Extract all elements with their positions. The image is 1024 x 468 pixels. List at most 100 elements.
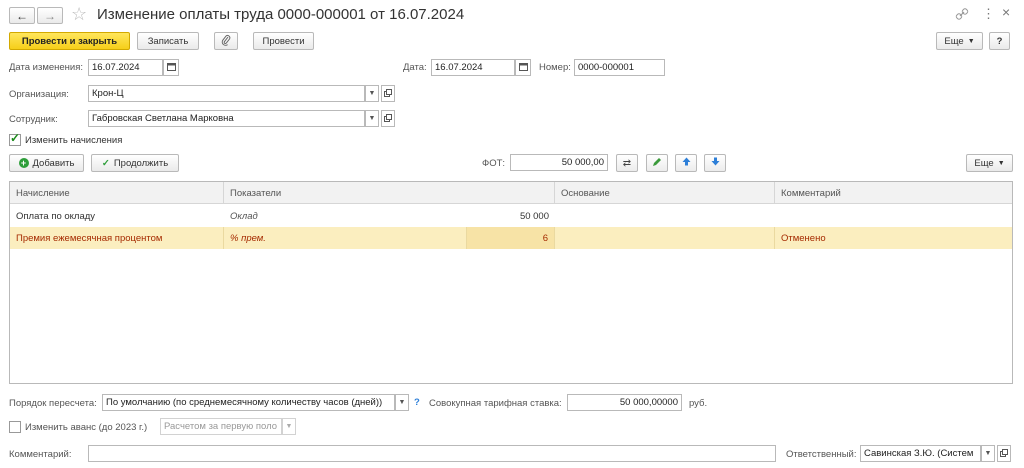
- cell-comment: [775, 205, 1012, 227]
- back-button[interactable]: ←: [9, 7, 35, 24]
- column-header-accrual[interactable]: Начисление: [10, 182, 224, 204]
- more-label: Еще: [944, 35, 964, 47]
- chevron-down-icon: ▼: [368, 90, 376, 97]
- continue-label: Продолжить: [113, 157, 169, 169]
- save-button[interactable]: Записать: [137, 32, 199, 50]
- more-vertical-icon[interactable]: ⋮: [982, 6, 995, 22]
- change-advance-checkbox[interactable]: [9, 421, 21, 433]
- column-header-basis[interactable]: Основание: [555, 182, 775, 204]
- add-label: Добавить: [32, 157, 75, 169]
- number-label: Номер:: [539, 62, 571, 73]
- move-up-button[interactable]: [675, 154, 697, 172]
- table-row[interactable]: Оплата по окладу Оклад 50 000: [10, 205, 1012, 227]
- calendar-icon: [518, 62, 528, 73]
- close-icon[interactable]: ×: [1002, 4, 1010, 20]
- more-menu-button[interactable]: Еще ▼: [936, 32, 983, 50]
- organization-dropdown-button[interactable]: ▼: [365, 85, 379, 102]
- rate-label: Совокупная тарифная ставка:: [429, 398, 562, 409]
- fot-label: ФОТ:: [482, 158, 506, 169]
- date-label: Дата:: [403, 62, 427, 73]
- change-accruals-checkbox[interactable]: ✓: [9, 131, 21, 146]
- advance-dropdown-button[interactable]: ▼: [282, 418, 296, 435]
- attach-button[interactable]: [214, 32, 238, 50]
- employee-open-button[interactable]: [381, 110, 395, 127]
- change-accruals-label: Изменить начисления: [25, 135, 123, 146]
- add-button[interactable]: + Добавить: [9, 154, 84, 172]
- link-icon[interactable]: [955, 7, 969, 24]
- cell-basis: [555, 227, 775, 249]
- comment-label: Комментарий:: [9, 449, 72, 460]
- pencil-icon: [652, 157, 662, 170]
- comment-field[interactable]: [88, 445, 776, 462]
- arrow-right-icon: →: [44, 8, 56, 23]
- checkmark-icon: ✓: [10, 131, 21, 145]
- chevron-down-icon: ▼: [398, 399, 406, 406]
- cell-value: 50 000: [519, 210, 549, 222]
- cell-value: 6: [466, 227, 555, 249]
- arrow-up-icon: [682, 157, 691, 169]
- date-field[interactable]: 16.07.2024: [431, 59, 515, 76]
- chevron-down-icon: ▼: [997, 159, 1005, 167]
- recalc-select[interactable]: По умолчанию (по среднемесячному количес…: [102, 394, 395, 411]
- arrow-down-icon: [711, 157, 720, 169]
- column-header-comment[interactable]: Комментарий: [775, 182, 1012, 204]
- open-form-icon: [384, 113, 392, 124]
- check-icon: ✓: [101, 157, 110, 169]
- open-form-icon: [1000, 448, 1008, 459]
- employee-dropdown-button[interactable]: ▼: [365, 110, 379, 127]
- cell-accrual: Премия ежемесячная процентом: [10, 227, 224, 249]
- employee-field[interactable]: Габровская Светлана Марковна: [88, 110, 365, 127]
- post-button[interactable]: Провести: [253, 32, 314, 50]
- change-date-field[interactable]: 16.07.2024: [88, 59, 163, 76]
- cell-basis: [555, 205, 775, 227]
- continue-button[interactable]: ✓ Продолжить: [91, 154, 179, 172]
- edit-button[interactable]: [646, 154, 668, 172]
- advance-select[interactable]: Расчетом за первую поло: [160, 418, 282, 435]
- fot-field[interactable]: 50 000,00: [510, 154, 608, 171]
- organization-field[interactable]: Крон-Ц: [88, 85, 365, 102]
- plus-circle-icon: +: [18, 158, 29, 168]
- table-row-selected[interactable]: Премия ежемесячная процентом % прем. 6 О…: [10, 227, 1012, 249]
- chevron-down-icon: ▼: [368, 115, 376, 122]
- responsible-open-button[interactable]: [997, 445, 1011, 462]
- cell-indicator: Оклад: [230, 210, 258, 222]
- page-title: Изменение оплаты труда 0000-000001 от 16…: [97, 6, 465, 23]
- favorite-star-icon[interactable]: ☆: [71, 4, 87, 25]
- move-down-button[interactable]: [704, 154, 726, 172]
- open-form-icon: [384, 88, 392, 99]
- rate-field[interactable]: 50 000,00000: [567, 394, 682, 411]
- chevron-down-icon: ▼: [984, 450, 992, 457]
- number-field[interactable]: 0000-000001: [574, 59, 665, 76]
- date-calendar-button[interactable]: [515, 59, 531, 76]
- change-date-calendar-button[interactable]: [163, 59, 179, 76]
- post-and-close-button[interactable]: Провести и закрыть: [9, 32, 130, 50]
- recalc-label: Порядок пересчета:: [9, 398, 97, 409]
- rate-unit: руб.: [689, 398, 708, 409]
- responsible-label: Ответственный:: [786, 449, 857, 460]
- help-button[interactable]: ?: [989, 32, 1010, 50]
- responsible-dropdown-button[interactable]: ▼: [981, 445, 995, 462]
- cell-accrual: Оплата по окладу: [16, 210, 96, 222]
- refresh-button[interactable]: ⇄: [616, 154, 638, 172]
- accruals-table[interactable]: Начисление Показатели Основание Коммента…: [9, 181, 1013, 384]
- arrow-left-icon: ←: [16, 8, 28, 23]
- table-header: Начисление Показатели Основание Коммента…: [10, 182, 1012, 204]
- chevron-down-icon: ▼: [285, 423, 293, 430]
- chevron-down-icon: ▼: [967, 37, 975, 45]
- forward-button[interactable]: →: [37, 7, 63, 24]
- refresh-icon: ⇄: [622, 157, 632, 169]
- calendar-icon: [166, 62, 176, 73]
- organization-label: Организация:: [9, 89, 69, 100]
- employee-label: Сотрудник:: [9, 114, 58, 125]
- recalc-help-icon[interactable]: ?: [414, 397, 420, 408]
- column-header-indicators[interactable]: Показатели: [224, 182, 555, 204]
- table-more-button[interactable]: Еще ▼: [966, 154, 1013, 172]
- table-more-label: Еще: [974, 157, 994, 169]
- recalc-dropdown-button[interactable]: ▼: [395, 394, 409, 411]
- cell-comment: Отменено: [781, 232, 826, 244]
- paperclip-icon: [221, 34, 231, 49]
- cell-indicator: % прем.: [230, 232, 266, 244]
- responsible-field[interactable]: Савинская З.Ю. (Систем: [860, 445, 981, 462]
- change-advance-label: Изменить аванс (до 2023 г.): [25, 422, 148, 433]
- organization-open-button[interactable]: [381, 85, 395, 102]
